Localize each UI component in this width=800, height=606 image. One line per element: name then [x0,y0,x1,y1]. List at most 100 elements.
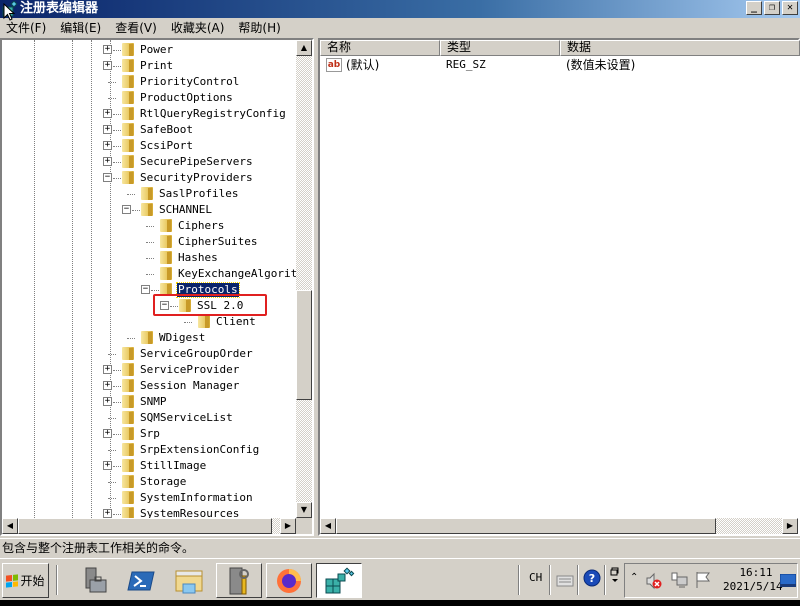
tree-item[interactable]: ServiceGroupOrder [2,346,296,362]
list-row[interactable]: ab (默认) REG_SZ (数值未设置) [320,57,800,73]
tree-hscroll-thumb[interactable] [18,518,272,534]
menu-file[interactable]: 文件(F) [4,19,54,37]
tree-item[interactable]: KeyExchangeAlgorithms [2,266,296,282]
tree-item[interactable]: WDigest [2,330,296,346]
expand-icon[interactable]: + [103,45,112,54]
tree-item[interactable]: + Srp [2,426,296,442]
tree-item[interactable]: ProductOptions [2,90,296,106]
tree-connector [108,354,116,355]
menu-view[interactable]: 查看(V) [113,19,165,37]
tree-item-label: SQMServiceList [140,411,233,424]
action-center-flag-icon[interactable] [695,571,711,589]
tree-item[interactable]: Ciphers [2,218,296,234]
network-icon[interactable] [671,571,689,589]
expand-icon[interactable]: + [103,125,112,134]
expand-icon[interactable]: + [103,429,112,438]
close-button[interactable]: ✕ [782,1,798,15]
show-hidden-icons-icon[interactable]: ⌃ [630,572,638,583]
folder-icon [158,218,174,233]
scroll-up-button[interactable]: ▲ [296,40,312,56]
taskbar-separator [577,565,579,595]
tree-item[interactable]: + Power [2,42,296,58]
tree-item[interactable]: − SecurityProviders [2,170,296,186]
collapse-icon[interactable]: − [103,173,112,182]
tree-scroll-thumb[interactable] [296,290,312,400]
tree-item[interactable]: + ScsiPort [2,138,296,154]
column-header-data[interactable]: 数据 [560,40,800,56]
taskbar-registry-editor[interactable] [316,563,362,598]
tree-item[interactable]: + SecurePipeServers [2,154,296,170]
menu-edit[interactable]: 编辑(E) [58,19,109,37]
volume-muted-icon[interactable] [645,572,663,590]
tree-horizontal-scrollbar[interactable]: ◀ ▶ [2,518,296,534]
clock[interactable]: 16:11 2021/5/14 [723,566,783,594]
taskbar-powershell[interactable] [118,563,164,598]
system-tray: ⌃ 16:11 2021/5/14 [624,563,798,598]
tree-item-label: SNMP [140,395,167,408]
expand-icon[interactable]: + [103,461,112,470]
menu-help[interactable]: 帮助(H) [236,19,288,37]
show-desktop-icon[interactable] [780,574,796,588]
expand-icon[interactable]: + [103,61,112,70]
tree-item-label: SystemResources [140,507,240,518]
tree-item-label: Client [216,315,256,328]
scroll-left-button[interactable]: ◀ [2,518,18,534]
expand-icon[interactable]: + [103,509,112,518]
expand-icon[interactable]: + [103,157,112,166]
keyboard-icon[interactable] [556,571,574,587]
tree-item[interactable]: Client [2,314,296,330]
server-manager-icon [85,567,107,592]
collapse-icon[interactable]: − [122,205,131,214]
tree-item-label: SafeBoot [140,123,193,136]
menu-favorites[interactable]: 收藏夹(A) [169,19,233,37]
minimize-button[interactable]: _ [746,1,762,15]
start-button[interactable]: 开始 [2,563,49,598]
tree-item[interactable]: + SystemResources [2,506,296,518]
tree-item-label: StillImage [140,459,207,472]
column-header-name[interactable]: 名称 [320,40,440,56]
taskbar-admin-tools[interactable] [216,563,262,598]
tree-item[interactable]: + SNMP [2,394,296,410]
tree-item[interactable]: − SCHANNEL [2,202,296,218]
expand-icon[interactable]: + [103,109,112,118]
help-icon[interactable]: ? [583,569,601,587]
tree-item[interactable]: PriorityControl [2,74,296,90]
tree-item[interactable]: + SafeBoot [2,122,296,138]
expand-icon[interactable]: + [103,397,112,406]
restore-button[interactable]: ❐ [764,1,780,15]
tree-item[interactable]: CipherSuites [2,234,296,250]
tree-connector [108,482,116,483]
tree-item[interactable]: + Session Manager [2,378,296,394]
tree-item[interactable]: Hashes [2,250,296,266]
tree-item[interactable]: + ServiceProvider [2,362,296,378]
tree-item[interactable]: + Print [2,58,296,74]
taskbar-server-manager[interactable] [70,563,116,598]
tree-item[interactable]: + StillImage [2,458,296,474]
collapse-icon[interactable]: − [141,285,150,294]
list-horizontal-scrollbar[interactable]: ◀ ▶ [320,518,798,534]
expand-icon[interactable]: + [103,365,112,374]
tree-item[interactable]: SaslProfiles [2,186,296,202]
tree-vertical-scrollbar[interactable]: ▲ ▼ [296,40,312,518]
restore-language-bar-icon[interactable] [610,567,620,585]
list-hscroll-thumb[interactable] [336,518,716,534]
column-header-type[interactable]: 类型 [440,40,560,56]
tree-item[interactable]: + RtlQueryRegistryConfig [2,106,296,122]
taskbar-file-explorer[interactable] [166,563,212,598]
list-scroll-left-button[interactable]: ◀ [320,518,336,534]
tree-item[interactable]: SrpExtensionConfig [2,442,296,458]
expand-icon[interactable]: + [103,141,112,150]
tree-item[interactable]: SQMServiceList [2,410,296,426]
taskbar-firefox[interactable] [266,563,312,598]
folder-icon [120,394,136,409]
scroll-right-button[interactable]: ▶ [280,518,296,534]
start-label: 开始 [20,574,45,588]
tree-item[interactable]: Storage [2,474,296,490]
clock-date: 2021/5/14 [723,580,783,593]
scroll-down-button[interactable]: ▼ [296,502,312,518]
list-scroll-right-button[interactable]: ▶ [782,518,798,534]
language-indicator[interactable]: CH [529,571,542,584]
tree-item[interactable]: SystemInformation [2,490,296,506]
expand-icon[interactable]: + [103,381,112,390]
status-bar: 包含与整个注册表工作相关的命令。 [0,538,800,558]
